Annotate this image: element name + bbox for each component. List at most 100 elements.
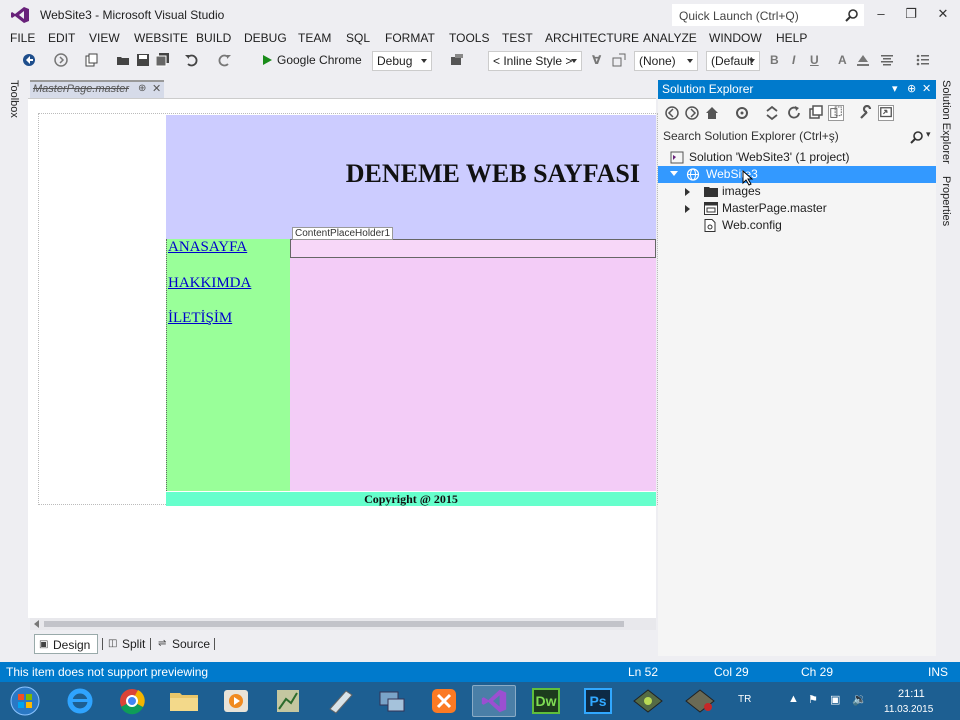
tree-item-images[interactable]: images [682, 183, 922, 200]
run-target-label[interactable]: Google Chrome [277, 53, 362, 67]
background-color-icon[interactable] [856, 53, 870, 67]
collapse-all-icon[interactable] [808, 105, 824, 121]
redo-icon[interactable] [218, 53, 232, 67]
navigate-back-icon[interactable] [22, 53, 36, 67]
nav-link-anasayfa[interactable]: ANASAYFA [168, 239, 247, 256]
tab-source[interactable]: ⇌ Source [154, 634, 214, 654]
undo-icon[interactable] [184, 53, 198, 67]
menu-edit[interactable]: EDIT [48, 31, 75, 45]
menu-build[interactable]: BUILD [196, 31, 231, 45]
clock-date[interactable]: 11.03.2015 [884, 704, 933, 715]
pin-icon[interactable]: ⊕ [138, 83, 146, 94]
file-explorer-icon[interactable] [162, 685, 206, 717]
menu-sql[interactable]: SQL [346, 31, 370, 45]
scroll-left-icon[interactable] [34, 620, 39, 628]
bullets-icon[interactable] [916, 53, 930, 67]
tree-item-solution[interactable]: Solution 'WebSite3' (1 project) [670, 149, 930, 166]
bold-button[interactable]: B [770, 53, 779, 67]
horizontal-scrollbar[interactable] [30, 618, 656, 630]
toolbox-strip[interactable]: Toolbox [0, 76, 24, 656]
menu-format[interactable]: FORMAT [385, 31, 435, 45]
menu-analyze[interactable]: ANALYZE [643, 31, 697, 45]
properties-side-tab[interactable]: Properties [940, 176, 952, 226]
design-surface[interactable]: DENEME WEB SAYFASI ANASAYFA HAKKIMDA İLE… [28, 98, 658, 618]
text-icon[interactable]: ∀ [592, 53, 601, 67]
menu-window[interactable]: WINDOW [709, 31, 762, 45]
search-options-icon[interactable]: ▾ [926, 129, 931, 140]
sync-icon[interactable] [764, 105, 780, 121]
document-tab[interactable]: MasterPage.master ⊕ ✕ [30, 80, 164, 98]
menu-test[interactable]: TEST [502, 31, 533, 45]
quick-launch-input[interactable]: Quick Launch (Ctrl+Q) [672, 4, 864, 26]
xampp-icon[interactable] [422, 685, 466, 717]
site-title[interactable]: DENEME WEB SAYFASI [166, 159, 654, 189]
maximize-button[interactable]: ❐ [898, 4, 924, 24]
tab-design[interactable]: ▣ Design [34, 634, 98, 654]
forward-icon[interactable] [684, 105, 700, 121]
save-all-icon[interactable] [156, 53, 170, 67]
google-chrome-icon[interactable] [110, 685, 154, 717]
content-placeholder-tag[interactable]: ContentPlaceHolder1 [292, 227, 394, 240]
expand-arrow-icon[interactable] [685, 205, 690, 213]
panel-menu-icon[interactable]: ▾ [892, 80, 898, 99]
menu-debug[interactable]: DEBUG [244, 31, 287, 45]
show-hidden-icons-icon[interactable]: ▲ [788, 693, 799, 705]
font-size-select[interactable]: (Default [706, 51, 760, 71]
photoshop-icon[interactable]: Ps [576, 685, 620, 717]
side-navigation[interactable]: ANASAYFA HAKKIMDA İLETİŞİM [166, 239, 290, 491]
style-application-icon[interactable] [450, 53, 464, 67]
expand-arrow-icon[interactable] [685, 188, 690, 196]
menu-tools[interactable]: TOOLS [449, 31, 489, 45]
internet-explorer-icon[interactable] [58, 685, 102, 717]
spreadsheet-app-icon[interactable] [266, 685, 310, 717]
home-icon[interactable] [704, 105, 720, 121]
tree-item-masterpage[interactable]: MasterPage.master [682, 200, 922, 217]
foreground-color-icon[interactable]: A [838, 53, 847, 67]
flag-icon[interactable]: ⚑ [808, 693, 818, 706]
menu-view[interactable]: VIEW [89, 31, 120, 45]
properties-wrench-icon[interactable] [858, 105, 874, 121]
clock-time[interactable]: 21:11 [898, 688, 925, 700]
toolbox-tab[interactable]: Toolbox [8, 80, 20, 118]
menu-file[interactable]: FILE [10, 31, 35, 45]
visual-studio-taskbar-icon[interactable] [472, 685, 516, 717]
content-area[interactable] [290, 239, 656, 491]
align-icon[interactable] [880, 53, 894, 67]
configuration-select[interactable]: Debug [372, 51, 432, 71]
solution-explorer-search[interactable]: Search Solution Explorer (Ctrl+ş) ▾ [660, 127, 936, 147]
refresh-icon[interactable] [786, 105, 802, 121]
media-player-icon[interactable] [214, 685, 258, 717]
underline-button[interactable]: U [810, 53, 819, 67]
minimize-button[interactable]: – [868, 4, 894, 24]
app-icon[interactable] [678, 685, 722, 717]
pending-changes-filter-icon[interactable] [734, 105, 750, 121]
menu-architecture[interactable]: ARCHITECTURE [545, 31, 639, 45]
attach-style-icon[interactable] [612, 53, 626, 67]
volume-icon[interactable]: 🔉 [852, 692, 867, 706]
notepad-icon[interactable] [318, 685, 362, 717]
close-window-button[interactable]: ✕ [930, 4, 956, 24]
footer-section[interactable]: Copyright @ 2015 [166, 492, 656, 506]
save-icon[interactable] [136, 53, 150, 67]
open-file-icon[interactable] [116, 53, 130, 67]
nav-link-hakkimda[interactable]: HAKKIMDA [168, 275, 251, 292]
auto-hide-icon[interactable]: ⊕ [907, 80, 916, 99]
navigate-forward-icon[interactable] [54, 53, 68, 67]
scroll-thumb[interactable] [44, 621, 624, 627]
back-icon[interactable] [664, 105, 680, 121]
display-icon[interactable]: ▣ [830, 693, 840, 706]
language-indicator[interactable]: TR [738, 694, 751, 705]
start-button-icon[interactable] [8, 686, 42, 716]
expand-arrow-icon[interactable] [670, 171, 678, 176]
menu-team[interactable]: TEAM [298, 31, 331, 45]
tree-item-website[interactable]: WebSite3 [658, 166, 936, 186]
solution-explorer-side-tab[interactable]: Solution Explorer [940, 80, 952, 164]
preview-selected-items-icon[interactable] [878, 105, 894, 121]
menu-website[interactable]: WEBSITE [134, 31, 188, 45]
new-project-icon[interactable] [84, 53, 98, 67]
show-all-files-icon[interactable] [828, 105, 844, 121]
menu-help[interactable]: HELP [776, 31, 807, 45]
start-debugging-icon[interactable] [260, 53, 274, 67]
close-panel-icon[interactable]: ✕ [922, 80, 931, 99]
game-maker-icon[interactable] [626, 685, 670, 717]
